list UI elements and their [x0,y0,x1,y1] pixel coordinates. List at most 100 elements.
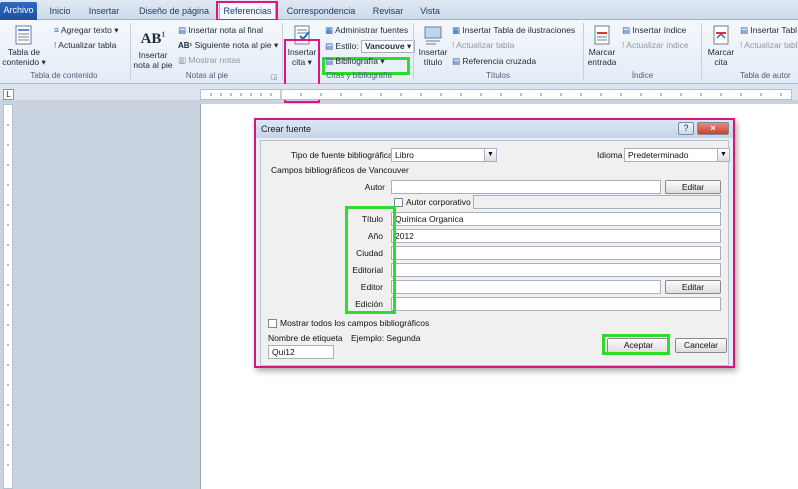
corporate-author-checkbox[interactable] [394,198,403,207]
language-select[interactable]: Predeterminado ▼ [624,148,730,162]
year-input[interactable]: 2012 [391,229,721,243]
publisher-input[interactable] [391,263,721,277]
mark-citation-label-2: cita [714,57,728,67]
tab-vista[interactable]: Vista [416,3,444,20]
update-table-button[interactable]: ! Actualizar tabla [54,40,116,51]
close-icon[interactable]: × [697,122,729,135]
dialog-launcher-icon[interactable]: ◲ [271,72,278,83]
update-table-label: Actualizar tabla [58,40,117,50]
insert-table-figures-label: Insertar Tabla de ilustraciones [462,25,576,35]
update-table-figures-button[interactable]: ! Actualizar tabla [452,40,514,51]
mark-citation-button[interactable]: Marcar cita [704,24,738,67]
title-input[interactable]: Química Organica [391,212,721,226]
city-label: Ciudad [356,248,383,258]
insert-table-authorities-button[interactable]: ▤ Insertar Tabl [740,25,797,36]
chevron-down-icon: ▾ [274,40,279,50]
vertical-ruler-ticks [7,124,9,466]
example-label: Ejemplo: Segunda [351,333,421,343]
tab-correspondencia[interactable]: Correspondencia [285,3,357,20]
bibliography-icon: ▤ [325,56,334,67]
chevron-down-icon: ▾ [380,56,385,66]
ruler-ticks [210,90,782,99]
update-index-label: Actualizar índice [626,40,689,50]
style-dropdown[interactable]: Vancouve ▾ [360,40,416,53]
editor-label: Editor [360,282,383,292]
tab-inicio[interactable]: Inicio [44,3,76,20]
insert-index-icon: ▤ [622,25,631,36]
chevron-down-icon: ▼ [484,149,496,161]
corporate-author-label: Autor corporativo [406,197,471,207]
update-table-authorities-button[interactable]: ! Actualizar tabl [740,40,798,51]
insert-table-authorities-label: Insertar Tabl [750,25,798,35]
insert-table-figures-button[interactable]: ▦ Insertar Tabla de ilustraciones [452,25,575,36]
tab-selector-icon[interactable]: L [3,89,14,100]
insert-citation-button[interactable]: Insertar cita ▾ [285,24,319,67]
tab-insertar[interactable]: Insertar [82,3,126,20]
edit-author-button[interactable]: Editar [665,180,721,194]
help-button[interactable]: ? [678,122,694,135]
add-text-label: Agregar texto [60,25,112,35]
group-label-captions: Títulos [485,71,510,80]
tag-name-label: Nombre de etiqueta [268,333,343,343]
mark-entry-button[interactable]: Marcar entrada [585,24,619,67]
source-type-select[interactable]: Libro ▼ [391,148,497,162]
show-notes-label: Mostrar notas [188,55,241,65]
chevron-down-icon: ▾ [114,25,119,35]
tab-diseno-pagina[interactable]: Diseño de página [134,3,214,20]
insert-caption-button[interactable]: Insertar título [416,24,450,67]
insert-footnote-label-1: Insertar [138,50,168,60]
endnote-icon: ▤ [178,25,187,36]
chevron-down-icon: ▾ [41,57,46,67]
edition-label: Edición [355,299,383,309]
cross-reference-button[interactable]: ▤ Referencia cruzada [452,56,536,67]
mark-citation-label-1: Marcar [707,47,735,57]
insert-citation-icon [294,25,310,45]
insert-index-label: Insertar índice [632,25,687,35]
add-text-icon: ≡ [54,25,59,36]
update-index-button[interactable]: ! Actualizar índice [622,40,689,51]
dialog-body: Tipo de fuente bibliográfica Libro ▼ Idi… [260,140,730,366]
mark-entry-label-1: Marcar [588,47,616,57]
editor-input[interactable] [391,280,661,294]
ab-footnote-icon: AB1 [140,30,166,47]
style-selector[interactable]: ▤ Estilo: Vancouve ▾ [325,40,416,53]
create-source-dialog: Crear fuente ? × Tipo de fuente bibliogr… [254,118,735,368]
show-all-fields-checkbox[interactable] [268,319,277,328]
tab-revisar[interactable]: Revisar [368,3,408,20]
insert-index-button[interactable]: ▤ Insertar índice [622,25,686,36]
tab-referencias[interactable]: Referencias [219,2,276,20]
tag-name-input[interactable]: Qui12 [268,345,334,359]
tab-archivo[interactable]: Archivo [0,2,37,20]
group-label-footnotes: Notas al pie [185,71,229,80]
vertical-ruler[interactable] [3,104,13,489]
insert-caption-label-1: Insertar [418,47,448,57]
edit-editor-button[interactable]: Editar [665,280,721,294]
toc-label-line2: contenido [2,57,40,67]
insert-footnote-button[interactable]: AB1 Insertar nota al pie [132,24,174,70]
mark-entry-label-2: entrada [587,57,617,67]
style-icon: ▤ [325,41,334,52]
corporate-author-input[interactable] [473,195,721,209]
insert-footnote-label-2: nota al pie [133,60,173,70]
style-label: Estilo: [335,41,359,51]
accept-button[interactable]: Aceptar [607,338,670,353]
update-table-figures-label: Actualizar tabla [456,40,515,50]
next-footnote-label: Siguiente nota al pie [194,40,272,50]
style-value: Vancouve [364,41,405,51]
add-text-button[interactable]: ≡ Agregar texto ▾ [54,25,119,36]
ribbon-tab-bar: Archivo Inicio Insertar Diseño de página… [0,0,798,20]
chevron-down-icon: ▾ [307,57,312,67]
bibliography-button[interactable]: ▤ Bibliografía ▾ [325,56,385,67]
manage-sources-button[interactable]: ▦ Administrar fuentes [325,25,408,36]
insert-endnote-button[interactable]: ▤ Insertar nota al final [178,25,263,36]
edition-input[interactable] [391,297,721,311]
table-of-contents-button[interactable]: Tabla de contenido ▾ [2,24,46,67]
show-notes-button[interactable]: ▥ Mostrar notas [178,55,240,66]
chevron-down-icon: ▼ [717,149,729,161]
group-divider [413,23,414,80]
cancel-button[interactable]: Cancelar [675,338,727,353]
author-input[interactable] [391,180,661,194]
city-input[interactable] [391,246,721,260]
next-footnote-button[interactable]: AB¹ Siguiente nota al pie ▾ [178,40,278,51]
horizontal-ruler[interactable] [200,89,792,100]
